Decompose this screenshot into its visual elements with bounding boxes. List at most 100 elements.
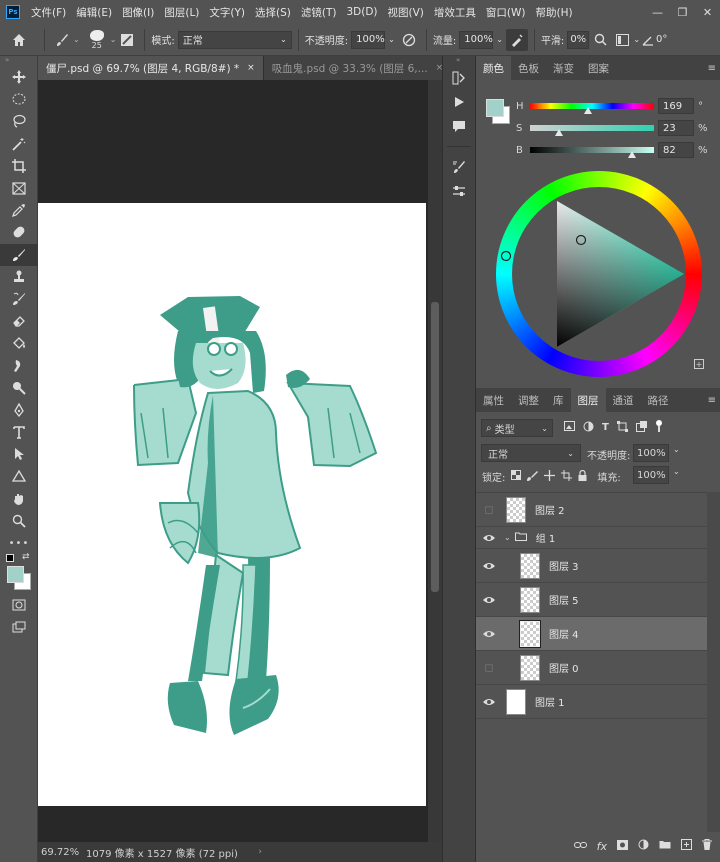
tab-gradients[interactable]: 渐变	[546, 56, 581, 80]
saturation-thumb[interactable]	[554, 129, 563, 136]
crop-tool-icon[interactable]	[0, 155, 38, 177]
eye-icon[interactable]	[476, 596, 502, 604]
frame-tool-icon[interactable]	[0, 177, 38, 199]
chevron-down-icon[interactable]: ⌄	[496, 35, 503, 44]
visibility-off-icon[interactable]: ◻	[476, 661, 502, 674]
tab-channels[interactable]: 通道	[606, 388, 641, 412]
minimize-button[interactable]: —	[645, 0, 670, 24]
smudge-tool-icon[interactable]	[0, 354, 38, 376]
eyedropper-tool-icon[interactable]	[0, 199, 38, 221]
maximize-button[interactable]: ❐	[670, 0, 695, 24]
default-colors-icon[interactable]	[6, 554, 14, 563]
adjustment-filter-icon[interactable]	[583, 421, 594, 435]
chevron-down-icon[interactable]: ⌄	[73, 35, 80, 44]
smart-object-filter-icon[interactable]	[635, 420, 647, 435]
lasso-tool-icon[interactable]	[0, 110, 38, 132]
filter-toggle-icon[interactable]	[655, 420, 663, 435]
pen-tool-icon[interactable]	[0, 399, 38, 421]
layer-opacity-input[interactable]: 100%	[633, 444, 669, 462]
eye-icon[interactable]	[476, 698, 502, 706]
document-info[interactable]: 1079 像素 x 1527 像素 (72 ppi)	[80, 845, 238, 860]
shape-tool-icon[interactable]	[0, 465, 38, 487]
eye-icon[interactable]	[476, 630, 502, 638]
brightness-value[interactable]: 82	[658, 142, 694, 158]
menu-plugins[interactable]: 增效工具	[429, 5, 481, 20]
chevron-down-icon[interactable]: ⌄	[673, 467, 680, 476]
pixel-filter-icon[interactable]	[564, 421, 575, 434]
color-wheel[interactable]	[496, 171, 702, 377]
visibility-off-icon[interactable]: ◻	[476, 503, 502, 516]
brush-settings-panel-icon[interactable]	[443, 155, 475, 179]
history-panel-icon[interactable]	[443, 66, 475, 90]
tab-swatches[interactable]: 色板	[511, 56, 546, 80]
tab-properties[interactable]: 属性	[476, 388, 511, 412]
menu-filter[interactable]: 滤镜(T)	[296, 5, 342, 20]
lock-artboard-icon[interactable]	[561, 469, 573, 484]
chevron-down-icon[interactable]: ⌄	[673, 445, 680, 454]
more-tools-icon[interactable]: •••	[0, 532, 38, 554]
layer-row-5[interactable]: 图层 5	[476, 583, 707, 617]
chevron-down-icon[interactable]: ⌄	[110, 35, 117, 44]
add-icon[interactable]: +	[694, 359, 704, 369]
close-button[interactable]: ✕	[695, 0, 720, 24]
fill-input[interactable]: 100%	[633, 466, 669, 484]
lock-transparent-icon[interactable]	[511, 470, 522, 483]
adjustments-panel-icon[interactable]	[443, 179, 475, 203]
tab-adjustments[interactable]: 调整	[511, 388, 546, 412]
opacity-input[interactable]: 100%	[351, 30, 386, 49]
new-adjustment-icon[interactable]	[638, 839, 649, 853]
menu-view[interactable]: 视图(V)	[383, 5, 429, 20]
mode-select[interactable]: 正常 ⌄	[177, 30, 292, 49]
smooth-input[interactable]: 0%	[567, 30, 590, 49]
chevron-down-icon[interactable]: ⌄	[388, 35, 395, 44]
tab-color[interactable]: 颜色	[476, 56, 511, 80]
shape-filter-icon[interactable]	[616, 420, 628, 435]
new-layer-icon[interactable]	[681, 839, 692, 853]
tab-zombie[interactable]: 僵尸.psd @ 69.7% (图层 4, RGB/8#) * ×	[38, 56, 264, 80]
menu-layer[interactable]: 图层(L)	[159, 5, 204, 20]
brush-tool-icon[interactable]	[51, 29, 73, 51]
move-tool-icon[interactable]	[0, 66, 38, 88]
magic-wand-tool-icon[interactable]	[0, 133, 38, 155]
home-icon[interactable]	[0, 29, 38, 51]
comments-panel-icon[interactable]	[443, 114, 475, 138]
saturation-track[interactable]	[530, 125, 654, 131]
chevron-down-icon[interactable]: ⌄	[504, 533, 511, 542]
delete-layer-icon[interactable]	[702, 839, 712, 853]
hue-value[interactable]: 169	[658, 98, 694, 114]
tab-paths[interactable]: 路径	[641, 388, 676, 412]
hand-tool-icon[interactable]	[0, 488, 38, 510]
search-icon[interactable]	[589, 29, 611, 51]
layer-filter-select[interactable]: ⌕ 类型 ⌄	[481, 419, 553, 437]
new-group-icon[interactable]	[659, 840, 671, 852]
chevron-down-icon[interactable]: ⌄	[633, 35, 640, 44]
blend-mode-select[interactable]: 正常 ⌄	[481, 444, 581, 462]
airbrush-icon[interactable]	[505, 28, 528, 51]
layer-row-2[interactable]: ◻ 图层 2	[476, 493, 707, 527]
eye-icon[interactable]	[476, 534, 502, 542]
menu-window[interactable]: 窗口(W)	[481, 5, 531, 20]
path-selection-tool-icon[interactable]	[0, 443, 38, 465]
layers-scrollbar[interactable]	[707, 492, 720, 832]
hue-slider[interactable]: H 169 °	[476, 97, 720, 115]
angle-value[interactable]: 0°	[656, 34, 667, 45]
fx-icon[interactable]: fx	[597, 840, 607, 853]
actions-panel-icon[interactable]	[443, 90, 475, 114]
menu-3d[interactable]: 3D(D)	[341, 6, 382, 18]
eye-icon[interactable]	[476, 562, 502, 570]
paint-bucket-tool-icon[interactable]	[0, 332, 38, 354]
brightness-slider[interactable]: B 82 %	[476, 141, 720, 159]
workspace-icon[interactable]	[611, 29, 633, 51]
type-tool-icon[interactable]	[0, 421, 38, 443]
menu-select[interactable]: 选择(S)	[250, 5, 296, 20]
menu-image[interactable]: 图像(I)	[117, 5, 159, 20]
stamp-tool-icon[interactable]	[0, 266, 38, 288]
history-brush-tool-icon[interactable]	[0, 288, 38, 310]
flow-input[interactable]: 100%	[459, 30, 494, 49]
chevron-right-icon[interactable]: ›	[258, 847, 262, 857]
brightness-thumb[interactable]	[627, 151, 636, 158]
layer-row-1[interactable]: 图层 1	[476, 685, 707, 719]
menu-help[interactable]: 帮助(H)	[531, 5, 578, 20]
brush-tool-icon[interactable]	[0, 243, 38, 266]
collapse-icon[interactable]: «	[443, 56, 475, 66]
